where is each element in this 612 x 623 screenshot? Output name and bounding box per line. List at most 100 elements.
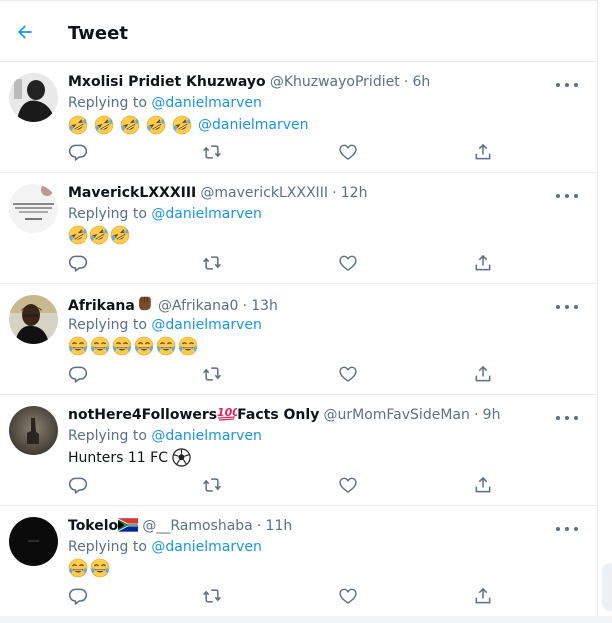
display-name[interactable]: Afrikana xyxy=(68,298,135,314)
share-button[interactable] xyxy=(472,474,494,496)
share-button[interactable] xyxy=(472,585,494,607)
share-icon xyxy=(475,587,491,604)
bottom-scrollbar[interactable] xyxy=(0,616,612,623)
user-handle[interactable]: @__Ramoshaba xyxy=(142,518,252,534)
reply-button[interactable] xyxy=(67,141,89,163)
display-name[interactable]: MaverickLXXXIII xyxy=(68,185,196,201)
joy-emoji-icon xyxy=(90,336,110,356)
mention-link[interactable]: @danielmarven xyxy=(151,428,261,444)
replying-to-label: Replying to xyxy=(68,539,147,555)
replying-to: Replying to @danielmarven xyxy=(68,426,262,446)
heart-icon xyxy=(339,366,357,382)
retweet-button[interactable] xyxy=(201,363,223,385)
separator-dot: · xyxy=(332,185,337,201)
avatar[interactable] xyxy=(9,406,58,455)
reply-button[interactable] xyxy=(67,363,89,385)
reply-icon xyxy=(68,255,88,272)
joy-emoji-icon xyxy=(68,558,88,578)
retweet-button[interactable] xyxy=(201,585,223,607)
mention-link[interactable]: @danielmarven xyxy=(151,317,261,333)
replying-to: Replying to @danielmarven xyxy=(68,537,262,557)
tweet-header: Tokelo @__Ramoshaba · 11h xyxy=(68,516,597,538)
avatar[interactable] xyxy=(9,184,58,233)
timestamp[interactable]: 11h xyxy=(266,518,293,534)
timestamp[interactable]: 6h xyxy=(413,74,431,90)
retweet-icon xyxy=(203,145,221,159)
timestamp[interactable]: 12h xyxy=(341,185,368,201)
avatar[interactable] xyxy=(9,295,58,344)
mention-link[interactable]: @danielmarven xyxy=(151,539,261,555)
tweet-text xyxy=(68,225,131,245)
tweet-row[interactable]: Mxolisi Pridiet Khuzwayo @KhuzwayoPridie… xyxy=(0,62,597,173)
retweet-button[interactable] xyxy=(201,141,223,163)
avatar[interactable] xyxy=(9,517,58,566)
mention-link[interactable]: @danielmarven xyxy=(151,206,261,222)
rofl-emoji-icon xyxy=(146,115,166,135)
more-options-button[interactable] xyxy=(556,302,578,312)
timestamp[interactable]: 13h xyxy=(251,298,278,314)
display-name[interactable]: Tokelo xyxy=(68,518,118,534)
reply-button[interactable] xyxy=(67,252,89,274)
page-header: Tweet xyxy=(0,1,597,62)
user-handle[interactable]: @maverickLXXXIII xyxy=(200,185,328,201)
reply-button[interactable] xyxy=(67,474,89,496)
heart-icon xyxy=(339,588,357,604)
retweet-icon xyxy=(203,256,221,270)
reply-button[interactable] xyxy=(67,585,89,607)
heart-icon xyxy=(339,144,357,160)
like-button[interactable] xyxy=(337,252,359,274)
tweet-actions xyxy=(0,585,597,607)
joy-emoji-icon xyxy=(112,336,132,356)
avatar[interactable] xyxy=(9,73,58,122)
tweet-row[interactable]: Tokelo @__Ramoshaba · 11h Replying to @d… xyxy=(0,506,597,617)
replying-to: Replying to @danielmarven xyxy=(68,93,262,113)
tweet-row[interactable]: Afrikana @Afrikana0 · 13h Replying to @d… xyxy=(0,284,597,395)
rofl-emoji-icon xyxy=(94,115,114,135)
user-handle[interactable]: @urMomFavSideMan xyxy=(324,407,470,423)
replying-to-label: Replying to xyxy=(68,95,147,111)
retweet-icon xyxy=(203,589,221,603)
display-name[interactable]: Mxolisi Pridiet Khuzwayo xyxy=(68,74,266,90)
share-button[interactable] xyxy=(472,363,494,385)
tweet-row[interactable]: notHere4Followers100Facts Only @urMomFav… xyxy=(0,395,597,506)
like-button[interactable] xyxy=(337,474,359,496)
user-handle[interactable]: @Afrikana0 xyxy=(158,298,238,314)
display-name-suffix[interactable]: Facts Only xyxy=(237,407,319,423)
retweet-button[interactable] xyxy=(201,252,223,274)
more-options-button[interactable] xyxy=(556,413,578,423)
joy-emoji-icon xyxy=(134,336,154,356)
tweet-text: @danielmarven xyxy=(68,114,308,136)
tweet-text xyxy=(68,336,200,356)
back-button[interactable] xyxy=(11,18,39,46)
rofl-emoji-icon xyxy=(110,225,130,245)
like-button[interactable] xyxy=(337,585,359,607)
rofl-emoji-icon xyxy=(89,225,109,245)
replying-to: Replying to @danielmarven xyxy=(68,204,262,224)
more-options-button[interactable] xyxy=(556,524,578,534)
rofl-emoji-icon xyxy=(120,115,140,135)
share-button[interactable] xyxy=(472,141,494,163)
tweet-text: Hunters 11 FC xyxy=(68,447,195,469)
timestamp[interactable]: 9h xyxy=(483,407,501,423)
replying-to-label: Replying to xyxy=(68,206,147,222)
share-icon xyxy=(475,254,491,271)
mention-link[interactable]: @danielmarven xyxy=(151,95,261,111)
tweet-actions xyxy=(0,252,597,274)
more-options-button[interactable] xyxy=(556,80,578,90)
retweet-button[interactable] xyxy=(201,474,223,496)
like-button[interactable] xyxy=(337,141,359,163)
display-name[interactable]: notHere4Followers xyxy=(68,407,217,423)
like-button[interactable] xyxy=(337,363,359,385)
tweet-text xyxy=(68,558,112,578)
replying-to: Replying to @danielmarven xyxy=(68,315,262,335)
user-handle[interactable]: @KhuzwayoPridiet xyxy=(270,74,400,90)
more-options-button[interactable] xyxy=(556,191,578,201)
side-panel-tab[interactable] xyxy=(602,563,612,611)
joy-emoji-icon xyxy=(178,336,198,356)
tweet-actions xyxy=(0,141,597,163)
rofl-emoji-icon xyxy=(68,225,88,245)
share-button[interactable] xyxy=(472,252,494,274)
tweet-actions xyxy=(0,363,597,385)
tweet-row[interactable]: MaverickLXXXIII @maverickLXXXIII · 12h R… xyxy=(0,173,597,284)
mention-link[interactable]: @danielmarven xyxy=(198,114,308,136)
